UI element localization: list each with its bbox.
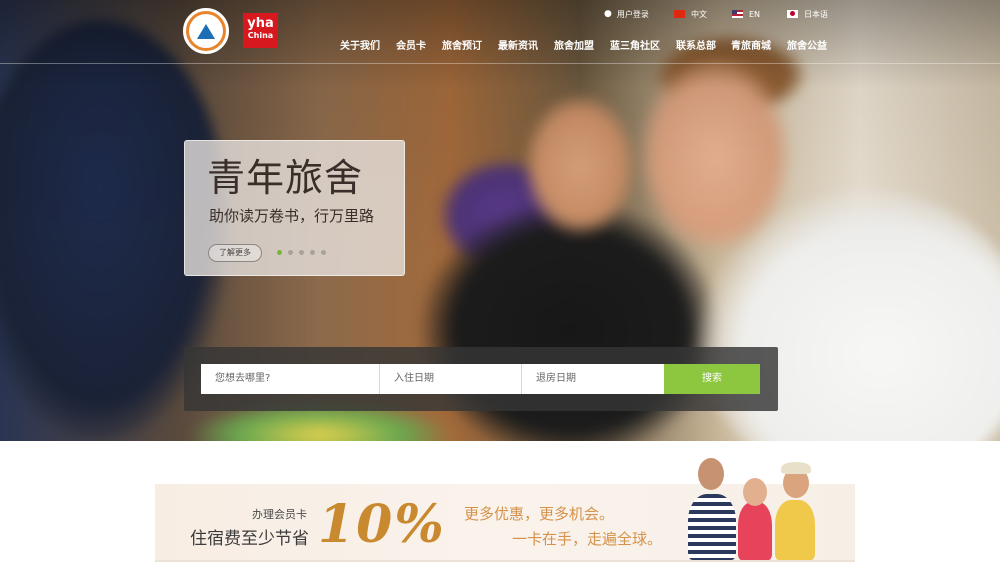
promo-person-illustration: [688, 494, 736, 560]
yha-china-logo[interactable]: yha China: [243, 13, 278, 48]
hero-slogan-card: 青年旅舍 助你读万卷书，行万里路 了解更多: [184, 140, 405, 276]
promo-person-illustration: [738, 502, 772, 560]
checkin-date-input[interactable]: 入住日期: [380, 364, 522, 394]
carousel-dot[interactable]: [310, 250, 315, 255]
hostel-search-panel: 您想去哪里? 入住日期 退房日期 搜索: [184, 347, 778, 411]
carousel-dot[interactable]: [321, 250, 326, 255]
promo-line1: 办理会员卡: [252, 508, 307, 521]
carousel-dot[interactable]: [299, 250, 304, 255]
user-login-link[interactable]: ● 用户登录: [604, 8, 649, 20]
page: yha China ● 用户登录 中文 EN 日本语 关于我们 会员卡 旅舍预订…: [0, 0, 1000, 575]
nav-contact[interactable]: 联系总部: [676, 37, 716, 52]
checkout-date-input[interactable]: 退房日期: [522, 364, 664, 394]
carousel-dot[interactable]: [288, 250, 293, 255]
membership-promo-banner[interactable]: 办理会员卡 住宿费至少节省 10% 更多优惠，更多机会。 一卡在手，走遍全球。: [155, 458, 855, 562]
lang-jp-link[interactable]: 日本语: [787, 8, 828, 20]
user-login-label: 用户登录: [616, 9, 649, 19]
nav-booking[interactable]: 旅舍预订: [442, 37, 482, 52]
nav-about[interactable]: 关于我们: [340, 37, 380, 52]
learn-more-button[interactable]: 了解更多: [208, 244, 262, 262]
user-icon: ●: [604, 9, 612, 19]
carousel-dot[interactable]: [277, 250, 282, 255]
header: yha China ● 用户登录 中文 EN 日本语 关于我们 会员卡 旅舍预订…: [0, 0, 1000, 64]
yha-logo-subtext: China: [247, 31, 274, 40]
nav-news[interactable]: 最新资讯: [498, 37, 538, 52]
nav-franchise[interactable]: 旅舍加盟: [554, 37, 594, 52]
china-flag-icon: [674, 10, 685, 18]
promo-person-head: [743, 478, 767, 506]
lang-en-link[interactable]: EN: [732, 8, 760, 20]
search-button[interactable]: 搜索: [664, 364, 760, 394]
promo-line2: 住宿费至少节省: [190, 529, 309, 549]
promo-person-head: [698, 458, 724, 490]
lang-cn-label: 中文: [691, 9, 707, 19]
triangle-logo-icon: [197, 23, 215, 39]
hero-subtitle: 助你读万卷书，行万里路: [209, 207, 375, 225]
lang-cn-link[interactable]: 中文: [674, 8, 707, 20]
nav-shop[interactable]: 青旅商城: [731, 37, 771, 52]
promo-person-illustration: [775, 500, 815, 560]
promo-right-line2: 一卡在手，走遍全球。: [512, 530, 663, 548]
nav-membership[interactable]: 会员卡: [396, 37, 426, 52]
nav-charity[interactable]: 旅舍公益: [787, 37, 827, 52]
lang-en-label: EN: [749, 9, 761, 19]
hostelling-international-logo[interactable]: [183, 8, 229, 54]
nav-community[interactable]: 蓝三角社区: [610, 37, 660, 52]
promo-right-line1: 更多优惠，更多机会。: [464, 505, 615, 523]
lang-jp-label: 日本语: [804, 9, 828, 19]
us-flag-icon: [732, 10, 743, 18]
destination-input[interactable]: 您想去哪里?: [201, 364, 380, 394]
yha-logo-text: yha: [247, 16, 274, 31]
straw-hat-icon: [781, 462, 811, 474]
japan-flag-icon: [787, 10, 798, 18]
promo-percent: 10%: [318, 494, 446, 555]
utility-nav: ● 用户登录 中文 EN 日本语: [600, 8, 840, 22]
hero-title: 青年旅舍: [207, 156, 364, 200]
